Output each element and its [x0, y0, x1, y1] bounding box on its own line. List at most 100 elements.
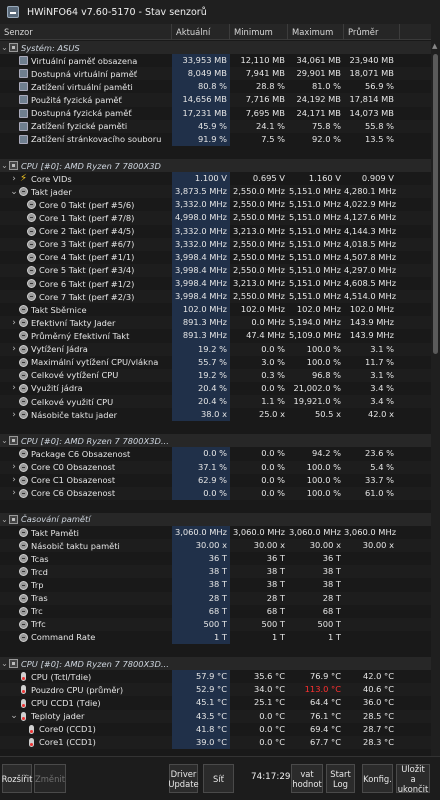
collapse-group-icon[interactable]: ⌄ [0, 515, 9, 524]
sensor-row[interactable]: Pouzdro CPU (průměr) 52.9 °C 34.0 °C 113.0 … [0, 683, 431, 697]
value-avg: 11.7 % [365, 356, 394, 367]
sensor-row[interactable]: › Core C6 Obsazenost 0.0 % 0.0 % 100.0 % 61.0… [0, 486, 431, 500]
sensor-label: Trcd [31, 566, 48, 577]
collapse-group-icon[interactable]: ⌄ [0, 161, 9, 170]
value-min: 2,550.0 MHz [232, 212, 285, 223]
collapse-group-icon[interactable]: ⌄ [0, 43, 9, 52]
sensor-row[interactable]: Core1 (CCD1) 39.0 °C 0.0 °C 67.7 °C 28.3 °C [0, 735, 431, 749]
sensor-row[interactable]: Trp 38 T 38 T 38 T [0, 578, 431, 592]
sensor-row[interactable]: › Core C1 Obsazenost 62.9 % 0.0 % 100.0 % 33.… [0, 473, 431, 487]
sensor-group-row[interactable]: ⌄ CPU [#0]: AMD Ryzen 7 7800X3D... [0, 434, 431, 448]
sensor-row[interactable]: ⌄ Takt jader 3,873.5 MHz 2,550.0 MHz 5,151.0… [0, 185, 431, 199]
sensor-row[interactable]: › Násobiče taktu jader 38.0 x 25.0 x 50.5 x 4… [0, 408, 431, 422]
expand-chevron-icon[interactable]: › [9, 318, 19, 328]
sensor-row[interactable]: Průměrný Efektivní Takt 891.3 MHz 47.4 MHz… [0, 329, 431, 343]
sensor-row[interactable]: › ⚡ Core VIDs 1.100 V 0.695 V 1.160 V 0.909 V [0, 172, 431, 186]
value-min: 0.0 % [261, 461, 285, 472]
sensor-label: Core 3 Takt (perf #6/7) [39, 239, 135, 250]
sensor-row[interactable]: Tcas 36 T 36 T 36 T [0, 552, 431, 566]
sensor-row[interactable]: CPU (Tctl/Tdie) 57.9 °C 35.6 °C 76.9 °C 42.0… [0, 670, 431, 684]
sensor-row[interactable]: Core 7 Takt (perf #2/3) 3,998.4 MHz 2,550.… [0, 290, 431, 304]
sensor-name-cell: Trc [0, 605, 172, 618]
scroll-thumb[interactable] [433, 54, 438, 354]
value-max: 5,151.0 MHz [288, 225, 341, 236]
expand-chevron-icon[interactable]: › [9, 383, 19, 393]
sensor-row[interactable]: › Využití jádra 20.4 % 0.0 % 21,002.0 % 3.4 % [0, 381, 431, 395]
value-min: 24.1 % [256, 120, 285, 131]
sensor-row[interactable]: Násobič taktu paměti 30.00 x 30.00 x 30.00 … [0, 539, 431, 553]
sensor-row[interactable]: › Core C0 Obsazenost 37.1 % 0.0 % 100.0 % 5.4… [0, 460, 431, 474]
collapse-group-icon[interactable]: ⌄ [0, 436, 9, 445]
reset-values-button[interactable]: vat hodnot [291, 764, 323, 793]
sensor-row[interactable]: Maximální vytížení CPU/vlákna 55.7 % 3.0 %… [0, 355, 431, 369]
value-max: 5,194.0 MHz [288, 317, 341, 328]
column-header-min[interactable]: Minimum [230, 24, 288, 40]
change-button[interactable]: Změnit [34, 764, 66, 793]
expand-chevron-icon[interactable]: › [9, 174, 19, 184]
sensor-row[interactable]: Virtuální paměť obsazena 33,953 MB 12,110 … [0, 54, 431, 68]
chip-icon [9, 43, 18, 53]
network-button[interactable]: Síť [203, 764, 234, 793]
sensor-row[interactable]: Core 4 Takt (perf #1/1) 3,998.4 MHz 2,550.… [0, 250, 431, 264]
sensor-name-cell: Takt Paměti [0, 526, 172, 539]
collapse-group-icon[interactable]: ⌄ [0, 659, 9, 668]
sensor-row[interactable]: Core 0 Takt (perf #5/6) 3,332.0 MHz 2,550.… [0, 198, 431, 212]
sensor-row[interactable]: › Efektivní Takty Jader 891.3 MHz 0.0 MHz 5,… [0, 316, 431, 330]
sensor-row[interactable]: CPU CCD1 (Tdie) 45.1 °C 25.1 °C 64.4 °C 36.0… [0, 696, 431, 710]
expand-chevron-icon[interactable]: › [9, 475, 19, 485]
value-min: 25.0 x [258, 409, 285, 420]
sensor-row[interactable]: Core 5 Takt (perf #3/4) 3,998.4 MHz 2,550.… [0, 263, 431, 277]
sensor-row[interactable]: Celkové vytížení CPU 19.2 % 0.3 % 96.8 % 3.1… [0, 368, 431, 382]
collapse-chevron-icon[interactable]: ⌄ [9, 187, 19, 197]
sensor-gauge-icon [27, 226, 36, 236]
column-header: Senzor Aktuální Minimum Maximum Průměr [0, 24, 431, 40]
start-log-button[interactable]: Start Log [326, 764, 355, 793]
sensor-row[interactable]: Celkové využití CPU 20.4 % 1.1 % 19,921.0 %… [0, 394, 431, 409]
sensor-row[interactable]: Core 6 Takt (perf #1/2) 3,998.4 MHz 3,213.… [0, 276, 431, 291]
sensor-row[interactable]: Tras 28 T 28 T 28 T [0, 591, 431, 605]
sensor-name-cell: › Vytížení Jádra [0, 343, 172, 356]
sensor-row[interactable]: Dostupná fyzická paměť 17,231 MB 7,695 MB 2… [0, 106, 431, 120]
sensor-gauge-icon [27, 252, 36, 262]
sensor-group-row[interactable]: ⌄ CPU [#0]: AMD Ryzen 7 7800X3D... [0, 657, 431, 671]
column-header-avg[interactable]: Průměr [344, 24, 400, 40]
column-header-current[interactable]: Aktuální [172, 24, 230, 40]
expand-chevron-icon[interactable]: › [9, 488, 19, 498]
column-header-sensor[interactable]: Senzor [0, 24, 172, 40]
sensor-group-row[interactable]: ⌄ Systém: ASUS [0, 41, 431, 55]
value-max: 21,002.0 % [293, 382, 341, 393]
sensor-row[interactable]: Zatížení stránkovacího souboru 91.9 % 7.5 … [0, 132, 431, 146]
sensor-row[interactable]: Trcd 38 T 38 T 38 T [0, 565, 431, 579]
expand-chevron-icon[interactable]: › [9, 462, 19, 472]
sensor-row[interactable]: Zatížení virtuální paměti 80.8 % 28.8 % 81.… [0, 80, 431, 94]
value-current: 52.9 °C [172, 683, 230, 697]
sensor-row[interactable]: Package C6 Obsazenost 0.0 % 0.0 % 94.2 % 23.… [0, 447, 431, 461]
column-header-max[interactable]: Maximum [288, 24, 344, 40]
sensor-row[interactable]: Core 1 Takt (perf #7/8) 4,998.0 MHz 2,550.… [0, 211, 431, 225]
sensor-row[interactable]: Použitá fyzická paměť 14,656 MB 7,716 MB 24… [0, 93, 431, 107]
save-exit-button[interactable]: Uložit a ukončit [396, 764, 430, 794]
sensor-row[interactable]: Takt Paměti 3,060.0 MHz 3,060.0 MHz 3,060.0… [0, 526, 431, 540]
expand-chevron-icon[interactable]: › [9, 344, 19, 354]
sensor-row[interactable]: Core 2 Takt (perf #4/5) 3,332.0 MHz 3,213.… [0, 224, 431, 238]
sensor-row[interactable]: Core 3 Takt (perf #6/7) 3,332.0 MHz 2,550.… [0, 237, 431, 251]
driver-update-button[interactable]: Driver Update [168, 764, 199, 793]
collapse-chevron-icon[interactable]: ⌄ [9, 711, 19, 721]
sensor-row[interactable]: Takt Sběrnice 102.0 MHz 102.0 MHz 102.0 MHz… [0, 303, 431, 317]
sensor-row[interactable]: ⌄ Teploty jader 43.5 °C 0.0 °C 76.1 °C 28.5 °… [0, 709, 431, 723]
scroll-up-icon[interactable]: ▲ [432, 42, 437, 50]
sensor-row[interactable]: Trc 68 T 68 T 68 T [0, 604, 431, 618]
sensor-row[interactable]: Dostupná virtuální paměť 8,049 MB 7,941 MB… [0, 67, 431, 81]
vertical-scrollbar[interactable]: ▲ [431, 24, 440, 756]
sensor-row[interactable]: Core0 (CCD1) 41.8 °C 0.0 °C 69.4 °C 28.7 °C [0, 722, 431, 736]
sensor-row[interactable]: › Vytížení Jádra 19.2 % 0.0 % 100.0 % 3.1 % [0, 342, 431, 356]
config-button[interactable]: Konfig. [362, 764, 393, 793]
sensor-name-cell: Násobič taktu paměti [0, 539, 172, 552]
sensor-group-row[interactable]: ⌄ CPU [#0]: AMD Ryzen 7 7800X3D [0, 158, 431, 173]
sensor-row[interactable]: Trfc 500 T 500 T 500 T [0, 617, 431, 631]
expand-button[interactable]: Rozšířit [2, 764, 32, 793]
sensor-row[interactable]: Zatížení fyzické paměti 45.9 % 24.1 % 75.8 … [0, 119, 431, 133]
expand-chevron-icon[interactable]: › [9, 410, 19, 420]
sensor-row[interactable]: Command Rate 1 T 1 T 1 T [0, 630, 431, 645]
sensor-group-row[interactable]: ⌄ Časování pamětí [0, 512, 431, 527]
